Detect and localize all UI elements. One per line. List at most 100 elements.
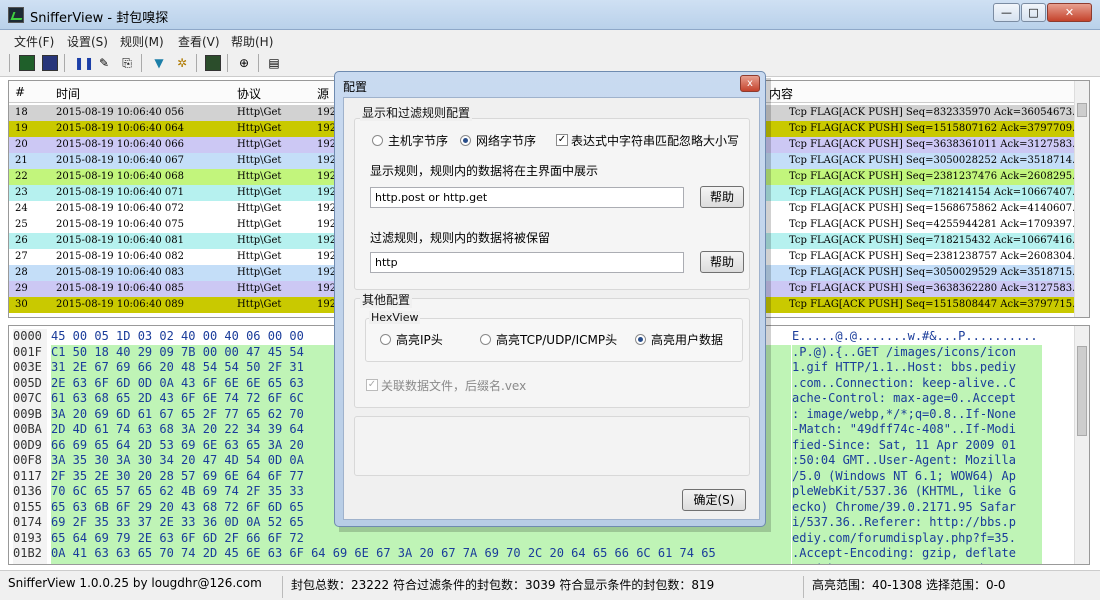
cell-content: Tcp FLAG[ACK PUSH] Seq=1515807162 Ack=37… — [789, 123, 1075, 134]
hexview-group-title: HexView — [369, 311, 421, 324]
hex-ascii: : image/webp,*/*;q=0.8..If-None — [792, 406, 1042, 422]
filter-icon[interactable]: ▼ — [151, 55, 167, 71]
status-bar: SnifferView 1.0.0.25 by lougdhr@126.com … — [0, 570, 1100, 600]
scrollbar-thumb[interactable] — [1077, 103, 1087, 117]
highlight-tcp-radio[interactable] — [480, 334, 491, 345]
cell-proto: Http\Get — [237, 171, 282, 182]
hex-off: 0117 — [13, 468, 47, 484]
highlight-ip-label[interactable]: 高亮IP头 — [396, 331, 443, 348]
associate-file-checkbox[interactable]: ✓ — [366, 379, 378, 391]
hex-ascii: pleWebKit/537.36 (KHTML, like G — [792, 484, 1042, 500]
ignore-case-label[interactable]: 表达式中字符串匹配忽略大小写 — [571, 132, 739, 149]
hex-ascii: ache-Control: max-age=0..Accept — [792, 391, 1042, 407]
highlight-user-data-label[interactable]: 高亮用户数据 — [651, 331, 723, 348]
host-byte-order-radio[interactable] — [372, 135, 383, 146]
cell-content: Tcp FLAG[ACK PUSH] Seq=3638361011 Ack=31… — [789, 139, 1075, 150]
cell-time: 2015-08-19 10:06:40 081 — [56, 235, 185, 246]
status-packet-counts: 封包总数：23222 符合过滤条件的封包数：3039 符合显示条件的封包数：81… — [291, 578, 715, 592]
menu-help[interactable]: 帮助(H) — [231, 33, 273, 50]
column-source[interactable]: 源 — [317, 85, 329, 102]
terminal-icon[interactable] — [205, 55, 221, 71]
toolbar-separator — [64, 54, 65, 72]
status-divider — [282, 576, 283, 598]
column-num[interactable]: # — [15, 85, 25, 99]
maximize-button[interactable]: □ — [1021, 3, 1046, 22]
display-rule-label: 显示规则，规则内的数据将在主界面中展示 — [370, 164, 599, 178]
export-icon[interactable]: ⎘ — [119, 55, 135, 71]
packet-list-scrollbar[interactable] — [1074, 81, 1089, 317]
hex-view-scrollbar[interactable] — [1074, 326, 1089, 564]
cell-num: 21 — [15, 155, 28, 166]
save-icon[interactable] — [19, 55, 35, 71]
ignore-case-checkbox[interactable]: ✓ — [556, 134, 568, 146]
settings-gear-icon[interactable]: ✲ — [174, 55, 190, 71]
display-rule-help-button[interactable]: 帮助 — [700, 186, 744, 208]
cell-content: Tcp FLAG[ACK PUSH] Seq=3050029529 Ack=35… — [789, 267, 1075, 278]
hex-ascii: fied-Since: Sat, 11 Apr 2009 01 — [792, 437, 1042, 453]
hex-off: 005D — [13, 375, 47, 391]
close-button[interactable]: ✕ — [1047, 3, 1092, 22]
dialog-close-button[interactable]: x — [740, 75, 760, 92]
cell-time: 2015-08-19 10:06:40 056 — [56, 107, 185, 118]
network-byte-order-label[interactable]: 网络字节序 — [476, 132, 536, 149]
associate-file-label[interactable]: 关联数据文件，后缀名.vex — [381, 377, 526, 394]
highlight-ip-radio[interactable] — [380, 334, 391, 345]
cell-num: 22 — [15, 171, 28, 182]
highlight-tcp-label[interactable]: 高亮TCP/UDP/ICMP头 — [496, 331, 617, 348]
hex-ascii: :50:04 GMT..User-Agent: Mozilla — [792, 453, 1042, 469]
cell-time: 2015-08-19 10:06:40 064 — [56, 123, 185, 134]
filter-rule-input[interactable]: http — [370, 252, 684, 273]
cell-num: 26 — [15, 235, 28, 246]
minimize-button[interactable]: — — [993, 3, 1020, 22]
hex-off: 00BA — [13, 422, 47, 438]
app-icon — [8, 7, 24, 23]
hex-off: 0174 — [13, 515, 47, 531]
hex-off: 01D1 — [13, 561, 47, 564]
scrollbar-thumb[interactable] — [1077, 346, 1087, 436]
toolbar-separator — [227, 54, 228, 72]
target-icon[interactable]: ⊕ — [236, 55, 252, 71]
display-rule-input[interactable]: http.post or http.get — [370, 187, 684, 208]
network-byte-order-radio[interactable] — [460, 135, 471, 146]
cell-content: Tcp FLAG[ACK PUSH] Seq=718214154 Ack=106… — [789, 187, 1075, 198]
ok-button[interactable]: 确定(S) — [682, 489, 746, 511]
hex-bytes: 2C 20 73 64 63 68 0D 0A 41 63 63 65 70 7… — [51, 561, 791, 564]
empty-panel — [354, 416, 750, 476]
other-config-title: 其他配置 — [360, 291, 413, 308]
pause-icon[interactable]: ❚❚ — [74, 55, 94, 71]
cell-proto: Http\Get — [237, 203, 282, 214]
status-divider — [803, 576, 804, 598]
cell-time: 2015-08-19 10:06:40 075 — [56, 219, 185, 230]
cell-num: 20 — [15, 139, 28, 150]
save-all-icon[interactable] — [42, 55, 58, 71]
highlight-user-data-radio[interactable] — [635, 334, 646, 345]
cell-content: Tcp FLAG[ACK PUSH] Seq=718215432 Ack=106… — [789, 235, 1075, 246]
hex-ascii: -Match: "49dff74c-408"..If-Modi — [792, 422, 1042, 438]
menu-rules[interactable]: 规则(M) — [120, 33, 164, 50]
hex-off: 0193 — [13, 530, 47, 546]
column-content[interactable]: 内容 — [769, 85, 793, 102]
cell-content: Tcp FLAG[ACK PUSH] Seq=4255944281 Ack=17… — [789, 219, 1075, 230]
menu-file[interactable]: 文件(F) — [14, 33, 54, 50]
edit-rules-icon[interactable]: ✎ — [96, 55, 112, 71]
column-time[interactable]: 时间 — [56, 85, 80, 102]
cell-time: 2015-08-19 10:06:40 066 — [56, 139, 185, 150]
menu-view[interactable]: 查看(V) — [178, 33, 220, 50]
filter-rule-help-button[interactable]: 帮助 — [700, 251, 744, 273]
rules-group-title: 显示和过滤规则配置 — [360, 104, 473, 121]
hex-ascii: .Accept-Encoding: gzip, deflate — [792, 546, 1042, 562]
host-byte-order-label[interactable]: 主机字节序 — [388, 132, 448, 149]
hex-bytes: 65 64 69 79 2E 63 6F 6D 2F 66 6F 72 — [51, 530, 791, 546]
filter-rule-label: 过滤规则，规则内的数据将被保留 — [370, 231, 551, 245]
menu-settings[interactable]: 设置(S) — [67, 33, 108, 50]
hex-ascii: .com..Connection: keep-alive..C — [792, 375, 1042, 391]
notes-icon[interactable]: ▤ — [266, 55, 282, 71]
hex-line: 01B2 0A 41 63 63 65 70 74 2D 45 6E 63 6F … — [9, 546, 1075, 562]
hex-off: 0136 — [13, 484, 47, 500]
cell-num: 28 — [15, 267, 28, 278]
column-protocol[interactable]: 协议 — [237, 85, 261, 102]
hex-off: 01B2 — [13, 546, 47, 562]
hex-ascii: ediy.com/forumdisplay.php?f=35. — [792, 530, 1042, 546]
toolbar-separator — [141, 54, 142, 72]
hex-ascii: .P.@).{..GET /images/icons/icon — [792, 344, 1042, 360]
